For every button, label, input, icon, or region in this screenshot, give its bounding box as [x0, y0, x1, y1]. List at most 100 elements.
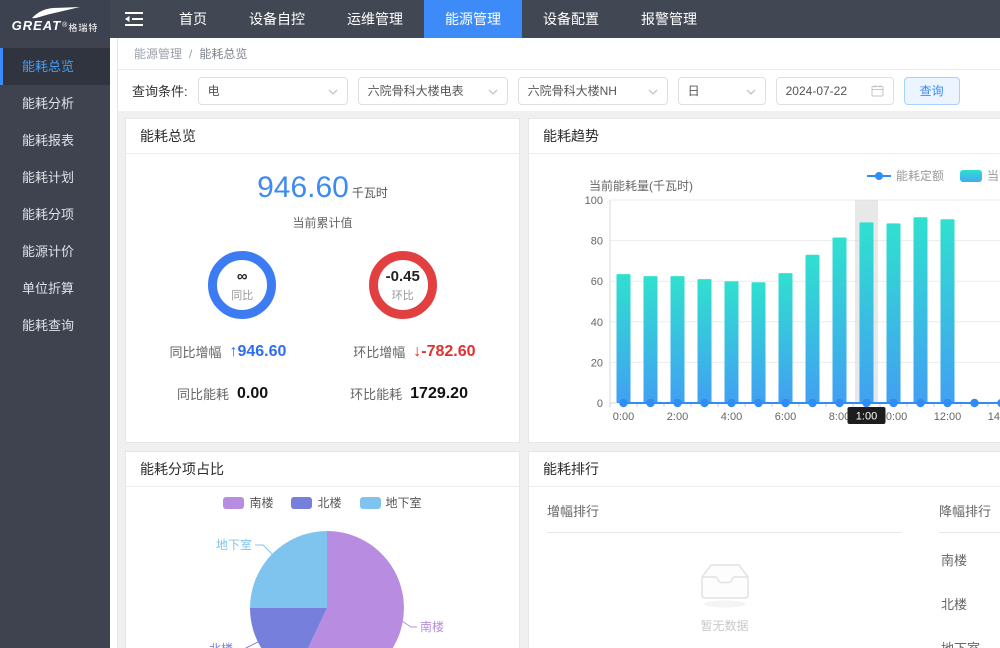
- rank-item-2: 地下室: [939, 638, 1000, 648]
- top-nav-item-2[interactable]: 运维管理: [326, 0, 424, 38]
- empty-state: 暂无数据: [547, 559, 902, 634]
- legend-label: 南楼: [249, 494, 273, 511]
- sidebar: 能耗总览能耗分析能耗报表能耗计划能耗分项能源计价单位折算能耗查询: [0, 38, 110, 648]
- pie-legend-item-0[interactable]: 南楼: [223, 494, 273, 511]
- overview-card-title: 能耗总览: [126, 119, 519, 154]
- overview-card: 能耗总览 946.60千瓦时 当前累计值 ∞ 同比 -0.45: [125, 118, 520, 443]
- query-select-2[interactable]: 六院骨科大楼NH: [518, 77, 668, 105]
- decrease-ranking-divider: [939, 532, 1000, 533]
- trend-chart[interactable]: 0204060801000:002:004:006:008:0010:0012:…: [535, 188, 1000, 438]
- chevron-down-icon: [328, 84, 338, 98]
- svg-text:0: 0: [597, 398, 603, 410]
- sidebar-item-1[interactable]: 能耗分析: [0, 85, 110, 122]
- decrease-ranking-section: 降幅排行 南楼北楼地下室: [939, 501, 1000, 648]
- logo-brand: GREAT: [12, 20, 62, 32]
- pie-legend-item-1[interactable]: 北楼: [291, 494, 341, 511]
- chevron-down-icon: [746, 84, 756, 98]
- top-nav-item-1[interactable]: 设备自控: [228, 0, 326, 38]
- svg-text:2:00: 2:00: [667, 411, 688, 423]
- legend-label: 北楼: [317, 494, 341, 511]
- sidebar-item-7[interactable]: 能耗查询: [0, 307, 110, 344]
- breadcrumb-current: 能耗总览: [199, 45, 247, 62]
- sidebar-item-5[interactable]: 能源计价: [0, 233, 110, 270]
- logo: GREAT®格瑞特: [0, 0, 110, 38]
- svg-text:1:00: 1:00: [856, 411, 877, 423]
- svg-text:南楼: 南楼: [420, 619, 444, 634]
- pie-legend: 南楼 北楼 地下室: [126, 494, 519, 511]
- mom-growth: 环比增幅 ↓-782.60: [353, 342, 475, 361]
- query-label: 查询条件:: [132, 81, 188, 100]
- empty-box-icon: [696, 559, 754, 609]
- ranking-card: 能耗排行 增幅排行 暂无数据: [528, 451, 1000, 648]
- breadcrumb-parent[interactable]: 能源管理: [134, 45, 182, 62]
- top-nav-item-0[interactable]: 首页: [158, 0, 228, 38]
- current-total-label: 当前累计值: [126, 214, 519, 231]
- select-value: 六院骨科大楼电表: [368, 82, 464, 99]
- mom-energy-value: 1729.20: [410, 385, 468, 403]
- sidebar-item-0[interactable]: 能耗总览: [0, 48, 110, 85]
- pie-card: 能耗分项占比 南楼北楼地下室 南楼北楼地下室: [125, 451, 520, 648]
- select-value: 六院骨科大楼NH: [528, 82, 617, 99]
- mom-energy-label: 环比能耗: [350, 384, 402, 403]
- query-select-0[interactable]: 电: [198, 77, 348, 105]
- top-nav: 首页设备自控运维管理能源管理设备配置报警管理: [158, 0, 718, 38]
- pie-legend-item-2[interactable]: 地下室: [360, 494, 422, 511]
- query-select-1[interactable]: 六院骨科大楼电表: [358, 77, 508, 105]
- svg-text:80: 80: [591, 236, 603, 248]
- svg-text:12:00: 12:00: [934, 411, 962, 423]
- increase-ranking-divider: [547, 532, 902, 533]
- current-total-unit: 千瓦时: [352, 186, 388, 200]
- date-picker[interactable]: 2024-07-22: [776, 77, 894, 105]
- trend-card: 能耗趋势 能耗定额当前能耗 当前能耗量(千瓦时) 0204060801000:0…: [528, 118, 1000, 443]
- yoy-energy-value: 0.00: [237, 385, 268, 403]
- yoy-growth-value: 946.60: [237, 343, 286, 360]
- legend-label: 地下室: [386, 494, 422, 511]
- pie-chart[interactable]: 南楼北楼 地下室: [127, 515, 520, 648]
- top-nav-item-4[interactable]: 设备配置: [522, 0, 620, 38]
- svg-text:4:00: 4:00: [721, 411, 742, 423]
- top-nav-item-5[interactable]: 报警管理: [620, 0, 718, 38]
- empty-state-text: 暂无数据: [547, 617, 902, 634]
- svg-text:8:00: 8:00: [829, 411, 850, 423]
- menu-fold-icon[interactable]: [110, 0, 158, 38]
- top-nav-item-3[interactable]: 能源管理: [424, 0, 522, 38]
- logo-brand-cn: 格瑞特: [68, 22, 98, 34]
- topbar: GREAT®格瑞特 首页设备自控运维管理能源管理设备配置报警管理: [0, 0, 1000, 38]
- svg-text:0:00: 0:00: [613, 411, 634, 423]
- calendar-icon: [871, 84, 884, 97]
- sidebar-item-2[interactable]: 能耗报表: [0, 122, 110, 159]
- pie-card-title: 能耗分项占比: [126, 452, 519, 487]
- increase-ranking-section: 增幅排行 暂无数据: [547, 501, 902, 634]
- legend-label: 能耗定额: [896, 167, 944, 184]
- svg-text:100: 100: [585, 195, 603, 207]
- yoy-ring-label: 同比: [231, 287, 253, 303]
- pie-marker-icon: [360, 497, 381, 509]
- yoy-energy-label: 同比能耗: [177, 384, 229, 403]
- legend-item-line[interactable]: 能耗定额: [867, 167, 944, 184]
- main-content: 能源管理 / 能耗总览 查询条件: 电六院骨科大楼电表六院骨科大楼NH日 202…: [118, 38, 1000, 648]
- svg-text:14:00: 14:00: [988, 411, 1000, 423]
- svg-text:20: 20: [591, 357, 603, 369]
- pie-marker-icon: [291, 497, 312, 509]
- line-marker-icon: [867, 171, 891, 181]
- svg-text:40: 40: [591, 317, 603, 329]
- increase-ranking-label: 增幅排行: [547, 501, 902, 520]
- search-button[interactable]: 查询: [904, 77, 960, 105]
- yoy-ring: ∞ 同比: [208, 251, 276, 319]
- query-bar: 查询条件: 电 六院骨科大楼电表 六院骨科大楼NH 日 2024-07-22 查询: [118, 70, 1000, 111]
- svg-text:地下室: 地下室: [216, 537, 252, 552]
- rank-item-0: 南楼: [939, 550, 1000, 569]
- mom-energy: 环比能耗 1729.20: [350, 384, 468, 403]
- query-select-3[interactable]: 日: [678, 77, 766, 105]
- mom-growth-label: 环比增幅: [353, 342, 405, 361]
- legend-item-bar[interactable]: 当前能耗: [960, 167, 1000, 184]
- svg-text:北楼: 北楼: [209, 641, 233, 648]
- sidebar-item-3[interactable]: 能耗计划: [0, 159, 110, 196]
- select-value: 日: [688, 82, 700, 99]
- yoy-growth-label: 同比增幅: [169, 342, 221, 361]
- sidebar-item-6[interactable]: 单位折算: [0, 270, 110, 307]
- sidebar-item-4[interactable]: 能耗分项: [0, 196, 110, 233]
- mom-ring-value: -0.45: [386, 268, 420, 285]
- current-total-value: 946.60: [257, 171, 349, 204]
- svg-text:6:00: 6:00: [775, 411, 796, 423]
